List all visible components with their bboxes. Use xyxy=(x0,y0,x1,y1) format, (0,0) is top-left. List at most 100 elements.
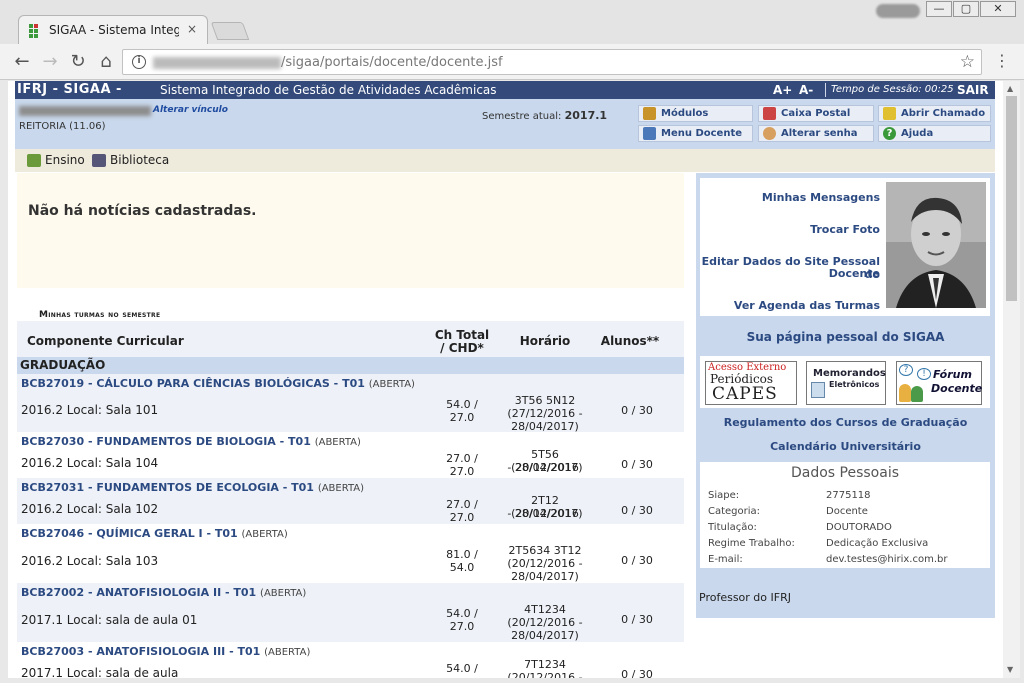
scroll-down-icon[interactable]: ▼ xyxy=(1007,665,1013,674)
turma-local: 2016.2 Local: Sala 103 xyxy=(21,554,159,568)
turma-status: (ABERTA) xyxy=(314,437,361,448)
forum-docente-logo[interactable]: ? ! Fórum Docente xyxy=(896,361,982,405)
reload-icon[interactable]: ↻ xyxy=(68,51,88,72)
table-row: BCB27003 - ANATOFISIOLOGIA III - T01 (AB… xyxy=(17,642,684,678)
menu-ensino[interactable]: Ensino xyxy=(27,153,85,167)
regulamento-link[interactable]: Regulamento dos Cursos de Graduação xyxy=(696,416,995,429)
user-icon xyxy=(911,386,923,402)
ajuda-button[interactable]: ? Ajuda xyxy=(878,125,991,142)
maximize-button[interactable]: ▢ xyxy=(953,1,979,17)
trocar-foto-link[interactable]: Trocar Foto xyxy=(810,223,880,236)
page-scrollbar[interactable]: ▲ ▼ xyxy=(1003,81,1020,678)
close-window-button[interactable]: ✕ xyxy=(980,1,1016,17)
turma-local: 2017.1 Local: sala de aula 01 xyxy=(21,613,198,627)
tab-title: SIGAA - Sistema Integrado xyxy=(49,23,179,37)
turma-horario-line2: - 28/04/2017) xyxy=(507,507,583,520)
caixa-postal-label: Caixa Postal xyxy=(781,108,851,119)
alterar-vinculo-link[interactable]: Alterar vínculo xyxy=(153,105,228,115)
scroll-up-icon[interactable]: ▲ xyxy=(1007,84,1013,93)
browser-titlebar: SIGAA - Sistema Integrado × — ▢ ✕ xyxy=(0,0,1024,45)
alterar-senha-button[interactable]: Alterar senha xyxy=(758,125,874,142)
turma-link[interactable]: BCB27031 - FUNDAMENTOS DE ECOLOGIA - T01… xyxy=(21,481,364,494)
turma-ch-total: 54.0 / xyxy=(446,607,478,620)
ticket-icon xyxy=(883,107,896,120)
turma-horario-line1: 7T1234 xyxy=(524,658,566,671)
address-bar[interactable]: i /sigaa/portais/docente/docente.jsf ☆ xyxy=(122,49,982,75)
editar-site-link-line2[interactable]: Docente xyxy=(829,267,880,280)
mailbox-icon xyxy=(763,107,776,120)
turma-chd: 27.0 xyxy=(449,465,475,478)
profile-photo[interactable] xyxy=(886,182,986,308)
capes-line3: CAPES xyxy=(712,384,778,404)
turma-link[interactable]: BCB27030 - FUNDAMENTOS DE BIOLOGIA - T01… xyxy=(21,435,361,448)
sigaa-favicon-icon xyxy=(29,24,43,38)
turma-link[interactable]: BCB27046 - QUÍMICA GERAL I - T01 (ABERTA… xyxy=(21,527,288,540)
font-decrease-button[interactable]: A- xyxy=(799,81,813,99)
menu-docente-label: Menu Docente xyxy=(661,128,743,139)
turma-horario-line2: (27/12/2016 - xyxy=(507,407,583,420)
close-tab-icon[interactable]: × xyxy=(187,22,197,36)
semester-value: 2017.1 xyxy=(564,109,608,122)
dados-title: Dados Pessoais xyxy=(790,465,900,481)
info-icon[interactable]: i xyxy=(132,55,146,69)
header-horario: Horário xyxy=(519,334,571,348)
turma-alunos: 0 / 30 xyxy=(621,458,653,471)
memorandos-logo[interactable]: Memorandos Eletrônicos xyxy=(806,361,886,405)
system-full-name: Sistema Integrado de Gestão de Atividade… xyxy=(160,83,497,97)
turma-alunos: 0 / 30 xyxy=(621,613,653,626)
exclamation-bubble-icon: ! xyxy=(917,368,931,380)
home-icon[interactable]: ⌂ xyxy=(96,51,116,72)
modulos-button[interactable]: Módulos xyxy=(638,105,753,122)
menu-biblioteca[interactable]: Biblioteca xyxy=(92,153,169,167)
professor-label: Professor do IFRJ xyxy=(699,591,791,604)
semester-label: Semestre atual: xyxy=(482,111,562,122)
turma-status: (ABERTA) xyxy=(368,379,415,390)
table-row: BCB27019 - CÁLCULO PARA CIÊNCIAS BIOLÓGI… xyxy=(17,374,684,433)
bookmark-star-icon[interactable]: ☆ xyxy=(960,52,975,72)
new-tab-button[interactable] xyxy=(210,22,250,40)
turma-link[interactable]: BCB27003 - ANATOFISIOLOGIA III - T01 (AB… xyxy=(21,645,310,658)
memo-line2: Eletrônicos xyxy=(829,380,880,389)
font-increase-button[interactable]: A+ xyxy=(773,81,792,99)
minhas-mensagens-link[interactable]: Minhas Mensagens xyxy=(762,191,880,204)
header-separator xyxy=(825,83,826,97)
back-icon[interactable]: ← xyxy=(12,51,32,72)
browser-tab[interactable]: SIGAA - Sistema Integrado × xyxy=(18,15,208,45)
forward-icon[interactable]: → xyxy=(40,51,60,72)
turma-link[interactable]: BCB27002 - ANATOFISIOLOGIA II - T01 (ABE… xyxy=(21,586,306,599)
menu-docente-button[interactable]: Menu Docente xyxy=(638,125,753,142)
pagina-pessoal-link[interactable]: Sua página pessoal do SIGAA xyxy=(696,330,995,344)
sidebar: Minhas Mensagens Trocar Foto Editar Dado… xyxy=(696,173,995,618)
header-ch-line2: / CHD* xyxy=(440,341,484,355)
books-icon xyxy=(27,154,41,167)
turma-local: 2017.1 Local: sala de aula xyxy=(21,666,179,678)
header-componente: Componente Curricular xyxy=(27,334,184,348)
turma-horario-line3: 28/04/2017) xyxy=(511,570,579,583)
calendario-link[interactable]: Calendário Universitário xyxy=(696,440,995,453)
profile-button[interactable] xyxy=(876,4,920,18)
abrir-chamado-button[interactable]: Abrir Chamado xyxy=(878,105,991,122)
turma-alunos: 0 / 30 xyxy=(621,404,653,417)
minimize-button[interactable]: — xyxy=(926,1,952,17)
browser-menu-icon[interactable]: ⋮ xyxy=(994,52,1010,70)
capes-periodicos-logo[interactable]: Acesso Externo Periódicos CAPES xyxy=(705,361,797,405)
turma-alunos: 0 / 30 xyxy=(621,668,653,678)
table-row: BCB27002 - ANATOFISIOLOGIA II - T01 (ABE… xyxy=(17,583,684,642)
turmas-table: Componente Curricular Ch Total / CHD* Ho… xyxy=(17,321,684,678)
agenda-turmas-link[interactable]: Ver Agenda das Turmas xyxy=(734,299,880,312)
turma-local: 2016.2 Local: Sala 102 xyxy=(21,502,159,516)
turma-chd: 54.0 xyxy=(449,561,475,574)
scroll-thumb[interactable] xyxy=(1006,96,1017,301)
turma-name: BCB27030 - FUNDAMENTOS DE BIOLOGIA - T01 xyxy=(21,435,311,448)
turma-link[interactable]: BCB27019 - CÁLCULO PARA CIÊNCIAS BIOLÓGI… xyxy=(21,377,415,390)
turma-status: (ABERTA) xyxy=(260,588,307,599)
caixa-postal-button[interactable]: Caixa Postal xyxy=(758,105,874,122)
logout-button[interactable]: SAIR xyxy=(957,81,989,99)
turma-alunos: 0 / 30 xyxy=(621,554,653,567)
forum-line1: Fórum xyxy=(933,368,972,381)
turma-ch-total: 27.0 / xyxy=(446,498,478,511)
computer-icon xyxy=(811,382,825,398)
dados-pessoais: Dados Pessoais Siape: 2775118 Categoria: Do… xyxy=(700,462,990,568)
help-icon: ? xyxy=(883,127,896,140)
forum-line2: Docente xyxy=(931,382,983,395)
